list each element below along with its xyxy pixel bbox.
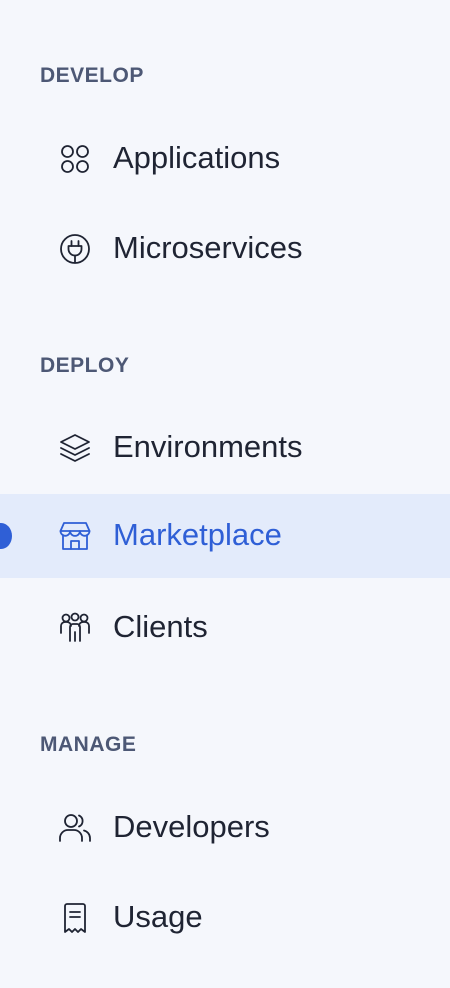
nav-item-label: Environments: [113, 429, 303, 464]
nav-item-label: Microservices: [113, 230, 303, 265]
nav-item-developers[interactable]: Developers: [0, 786, 450, 870]
section-title-deploy: DEPLOY: [40, 354, 130, 377]
plug-icon: [58, 232, 92, 266]
active-indicator: [0, 523, 12, 549]
nav-item-clients[interactable]: Clients: [0, 586, 450, 670]
nav-item-environments[interactable]: Environments: [0, 406, 450, 490]
section-title-develop: DEVELOP: [40, 64, 144, 87]
nav-item-applications[interactable]: Applications: [0, 117, 450, 201]
store-icon: [58, 519, 92, 553]
nav-item-label: Marketplace: [113, 517, 282, 552]
nav-item-label: Applications: [113, 140, 281, 175]
receipt-icon: [58, 901, 92, 935]
section-title-manage: MANAGE: [40, 733, 137, 756]
users-icon: [58, 811, 92, 845]
nav-item-marketplace[interactable]: Marketplace: [0, 494, 450, 578]
nav-item-label: Developers: [113, 809, 270, 844]
sidebar-nav: DEVELOP Applications Microservices DEPLO…: [0, 0, 450, 988]
nav-item-label: Usage: [113, 899, 203, 934]
clients-icon: [58, 611, 92, 645]
layers-icon: [58, 431, 92, 465]
nav-item-usage[interactable]: Usage: [0, 876, 450, 960]
nav-item-microservices[interactable]: Microservices: [0, 207, 450, 291]
apps-icon: [58, 142, 92, 176]
nav-item-label: Clients: [113, 609, 208, 644]
